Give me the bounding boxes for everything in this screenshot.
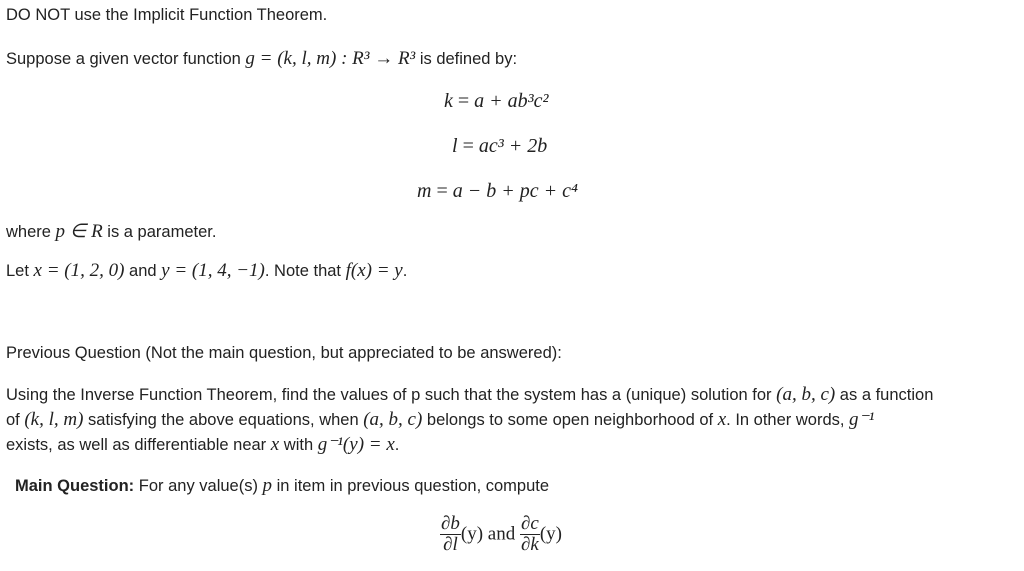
intro-prefix: Suppose a given vector function <box>6 50 246 68</box>
intro-line: Suppose a given vector function g = (k, … <box>6 48 517 70</box>
y-definition-math: y = (1, 4, −1) <box>161 260 265 281</box>
function-definition-math: g = (k, l, m) : R³ → R³ <box>245 48 416 69</box>
main-question-line: Main Question: For any value(s) p in ite… <box>15 475 550 496</box>
parameter-math: p ∈ R <box>55 221 103 242</box>
previous-question-line-3: exists, as well as differentiable near x… <box>6 434 400 455</box>
x-definition-math: x = (1, 2, 0) <box>33 260 125 281</box>
parameter-line: where p ∈ R is a parameter. <box>6 221 217 242</box>
equation-l: l = ac³ + 2b <box>452 135 548 157</box>
fraction-db-dl: ∂b ∂l <box>440 513 461 555</box>
derivatives-to-compute: ∂b ∂l (y) and ∂c ∂k (y) <box>440 513 562 555</box>
main-question-label: Main Question: <box>15 477 135 495</box>
f-equation-math: f(x) = y <box>345 260 403 281</box>
let-line: Let x = (1, 2, 0) and y = (1, 4, −1). No… <box>6 260 408 281</box>
equation-k: k = a + ab³c² <box>444 90 549 112</box>
previous-question-heading: Previous Question (Not the main question… <box>6 344 562 362</box>
intro-suffix: is defined by: <box>415 50 518 68</box>
warning-text: DO NOT use the Implicit Function Theorem… <box>6 6 328 24</box>
previous-question-line-1: Using the Inverse Function Theorem, find… <box>6 384 934 405</box>
equation-m: m = a − b + pc + c⁴ <box>417 180 578 202</box>
fraction-dc-dk: ∂c ∂k <box>519 513 540 555</box>
previous-question-line-2: of (k, l, m) satisfying the above equati… <box>6 409 875 430</box>
